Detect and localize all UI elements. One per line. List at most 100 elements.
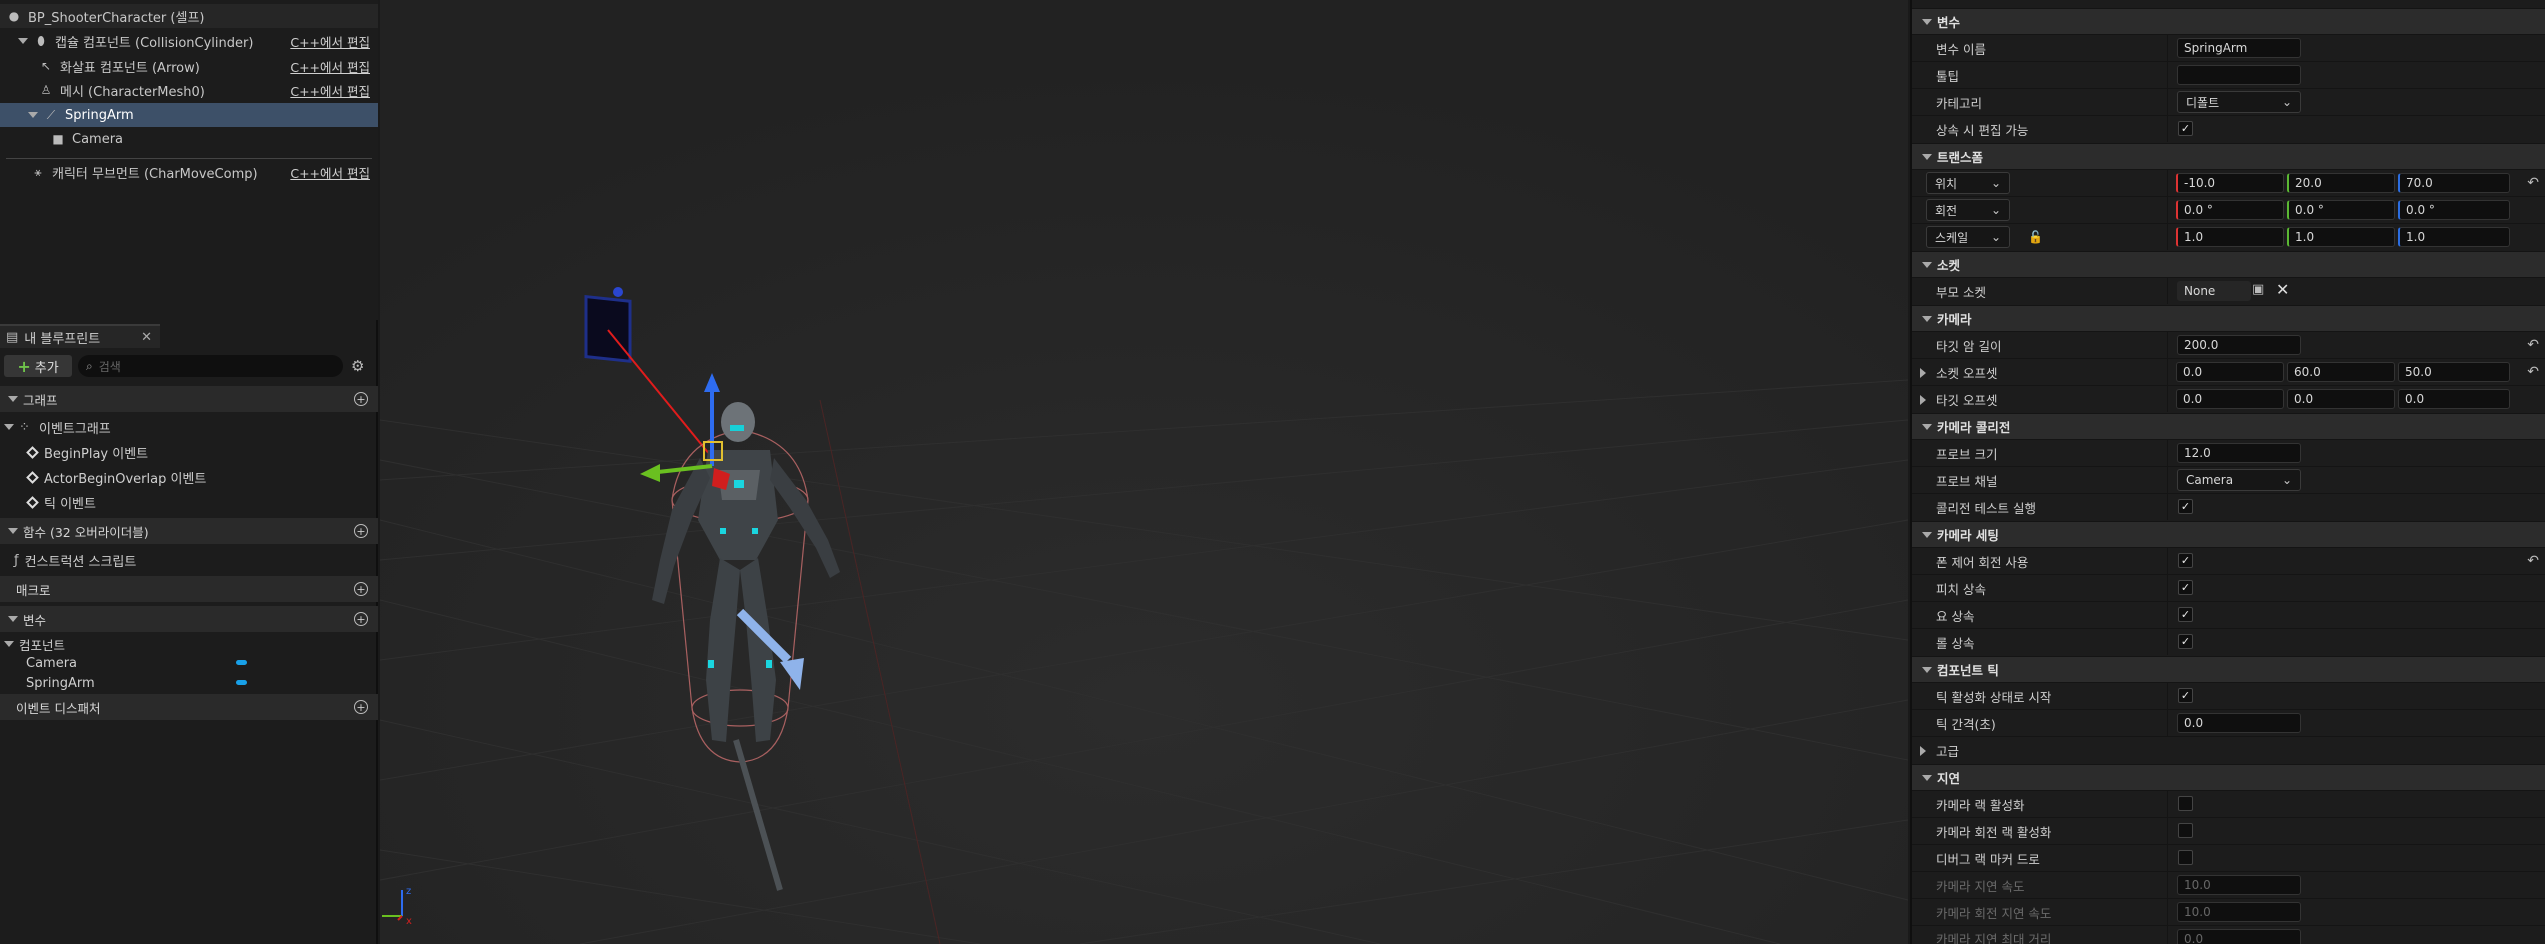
reset-arrow-icon[interactable]: ↶ (2527, 337, 2539, 353)
section-camera[interactable]: 카메라 (1912, 305, 2545, 331)
event-graph-item[interactable]: ⁘ 이벤트그래프 (0, 415, 378, 439)
socket-offset-y-field[interactable]: 60.0 (2287, 362, 2395, 382)
row-label: 콜리전 테스트 실행 (1936, 500, 2036, 516)
section-dispatchers[interactable]: 이벤트 디스패처 + (0, 694, 378, 720)
reset-arrow-icon[interactable]: ↶ (2527, 553, 2539, 569)
add-function-icon[interactable]: + (354, 524, 368, 538)
section-macros[interactable]: 매크로 + (0, 576, 378, 602)
start-tick-checkbox[interactable]: ✓ (2178, 688, 2193, 703)
clear-icon[interactable]: ✕ (2276, 280, 2289, 299)
target-offset-z-field[interactable]: 0.0 (2398, 389, 2510, 409)
row-location: 위치 ⌄ -10.0 20.0 70.0 ↶ (1912, 169, 2545, 196)
row-tick-interval: 틱 간격(초) 0.0 (1912, 709, 2545, 736)
viewport[interactable]: z x (380, 0, 1908, 944)
add-button[interactable]: + 추가 (4, 355, 72, 377)
component-arrow[interactable]: ↖ 화살표 컴포넌트 (Arrow) C++에서 편집 (0, 54, 378, 78)
left-panel: ● BP_ShooterCharacter (셀프) ⬮ 캡슐 컴포넌트 (Co… (0, 0, 378, 944)
unlock-icon[interactable]: 🔓 (2028, 230, 2043, 244)
edit-in-cpp-link[interactable]: C++에서 편집 (290, 32, 370, 51)
section-sockets[interactable]: 소켓 (1912, 251, 2545, 277)
scale-y-field[interactable]: 1.0 (2287, 227, 2395, 247)
edit-in-cpp-link[interactable]: C++에서 편집 (290, 57, 370, 76)
location-x-field[interactable]: -10.0 (2176, 173, 2284, 193)
my-blueprint-tab[interactable]: ▤ 내 블루프린트 ✕ (0, 324, 160, 348)
category-dropdown[interactable]: 디폴트 ⌄ (2177, 91, 2301, 113)
debug-markers-checkbox[interactable] (2178, 850, 2193, 865)
collision-test-checkbox[interactable]: ✓ (2178, 499, 2193, 514)
row-target-arm: 타깃 암 길이 200.0 ↶ (1912, 331, 2545, 358)
row-advanced[interactable]: 고급 (1912, 736, 2545, 763)
add-variable-icon[interactable]: + (354, 612, 368, 626)
row-inherit-roll: 롤 상속 ✓ (1912, 628, 2545, 655)
probe-size-field[interactable]: 12.0 (2177, 443, 2301, 463)
section-camera-settings[interactable]: 카메라 세팅 (1912, 521, 2545, 547)
scale-x-field[interactable]: 1.0 (2176, 227, 2284, 247)
probe-channel-dropdown[interactable]: Camera ⌄ (2177, 469, 2301, 491)
construction-script-item[interactable]: ƒ 컨스트럭션 스크립트 (0, 548, 378, 572)
rotation-lag-checkbox[interactable] (2178, 823, 2193, 838)
section-component-tick[interactable]: 컴포넌트 틱 (1912, 656, 2545, 682)
inherit-pitch-checkbox[interactable]: ✓ (2178, 580, 2193, 595)
viewport-scene[interactable]: z x (380, 0, 1908, 944)
component-capsule[interactable]: ⬮ 캡슐 컴포넌트 (CollisionCylinder) C++에서 편집 (0, 29, 378, 53)
event-item[interactable]: ActorBeginOverlap 이벤트 (0, 465, 378, 489)
event-item[interactable]: 틱 이벤트 (0, 490, 378, 514)
section-lag[interactable]: 지연 (1912, 764, 2545, 790)
component-movement[interactable]: ⚹ 캐릭터 무브먼트 (CharMoveComp) C++에서 편집 (0, 160, 378, 184)
socket-offset-z-field[interactable]: 50.0 (2398, 362, 2510, 382)
location-y-field[interactable]: 20.0 (2287, 173, 2395, 193)
component-springarm[interactable]: ⟋ SpringArm (0, 103, 378, 127)
section-variable[interactable]: 변수 (1912, 8, 2545, 34)
plus-icon: + (17, 356, 31, 376)
close-icon[interactable]: ✕ (141, 330, 152, 345)
section-graphs[interactable]: 그래프 + (0, 386, 378, 412)
section-functions[interactable]: 함수 (32 오버라이더블) + (0, 518, 378, 544)
target-offset-y-field[interactable]: 0.0 (2287, 389, 2395, 409)
editable-checkbox[interactable]: ✓ (2178, 121, 2193, 136)
add-dispatcher-icon[interactable]: + (354, 700, 368, 714)
edit-in-cpp-link[interactable]: C++에서 편집 (290, 163, 370, 182)
target-offset-x-field[interactable]: 0.0 (2176, 389, 2284, 409)
row-rotation-lag: 카메라 회전 랙 활성화 (1912, 817, 2545, 844)
inherit-roll-checkbox[interactable]: ✓ (2178, 634, 2193, 649)
search-input[interactable]: ⌕ 검색 (78, 355, 343, 377)
event-item[interactable]: BeginPlay 이벤트 (0, 440, 378, 464)
variable-name-field[interactable]: SpringArm (2177, 38, 2301, 58)
expand-arrow-icon[interactable] (18, 38, 28, 44)
rotation-z-field[interactable]: 0.0 ° (2398, 200, 2510, 220)
edit-in-cpp-link[interactable]: C++에서 편집 (290, 81, 370, 100)
tooltip-field[interactable] (2177, 65, 2301, 85)
location-mode-dropdown[interactable]: 위치 ⌄ (1926, 172, 2010, 194)
add-graph-icon[interactable]: + (354, 392, 368, 406)
add-macro-icon[interactable]: + (354, 582, 368, 596)
reset-arrow-icon[interactable]: ↶ (2527, 364, 2539, 380)
reset-arrow-icon[interactable]: ↶ (2527, 175, 2539, 191)
location-z-field[interactable]: 70.0 (2398, 173, 2510, 193)
rotation-mode-dropdown[interactable]: 회전 ⌄ (1926, 199, 2010, 221)
add-label: 추가 (34, 360, 59, 376)
component-mesh[interactable]: ♙ 메시 (CharacterMesh0) C++에서 편집 (0, 78, 378, 102)
pawn-control-checkbox[interactable]: ✓ (2178, 553, 2193, 568)
browse-socket-icon[interactable]: ▣ (2252, 282, 2264, 297)
rotation-y-field[interactable]: 0.0 ° (2287, 200, 2395, 220)
component-root[interactable]: ● BP_ShooterCharacter (셀프) (0, 4, 378, 28)
gear-icon[interactable]: ⚙ (351, 357, 364, 375)
camera-lag-checkbox[interactable] (2178, 796, 2193, 811)
event-graph-label: 이벤트그래프 (39, 421, 111, 437)
target-arm-length-field[interactable]: 200.0 (2177, 335, 2301, 355)
tick-interval-field[interactable]: 0.0 (2177, 713, 2301, 733)
row-socket-offset: 소켓 오프셋 0.0 60.0 50.0 ↶ (1912, 358, 2545, 385)
socket-offset-x-field[interactable]: 0.0 (2176, 362, 2284, 382)
section-variables[interactable]: 변수 + (0, 606, 378, 632)
component-camera[interactable]: ■ Camera (0, 127, 378, 151)
inherit-yaw-checkbox[interactable]: ✓ (2178, 607, 2193, 622)
rotation-x-field[interactable]: 0.0 ° (2176, 200, 2284, 220)
scale-mode-dropdown[interactable]: 스케일 ⌄ (1926, 226, 2010, 248)
row-inherit-yaw: 요 상속 ✓ (1912, 601, 2545, 628)
expand-arrow-icon[interactable] (28, 112, 38, 118)
scale-z-field[interactable]: 1.0 (2398, 227, 2510, 247)
section-camera-collision[interactable]: 카메라 콜리전 (1912, 413, 2545, 439)
row-label: 상속 시 편집 가능 (1936, 122, 2029, 138)
section-transform[interactable]: 트랜스폼 (1912, 143, 2545, 169)
variable-item[interactable]: SpringArm (0, 671, 378, 695)
